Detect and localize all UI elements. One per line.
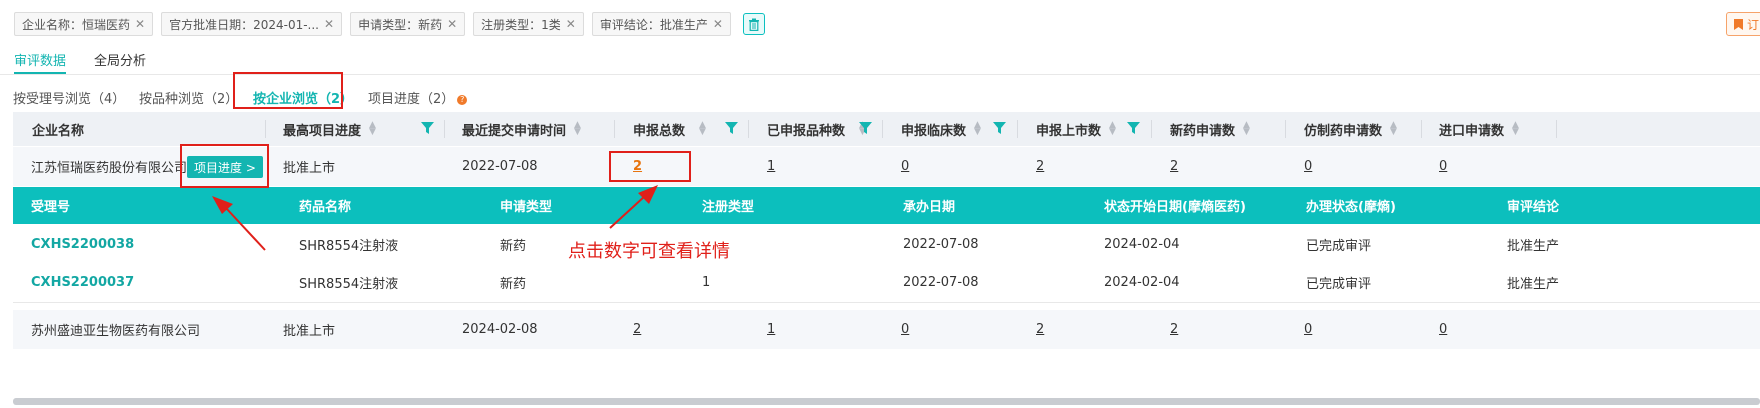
arrow-icon [212, 196, 266, 251]
arrow-icon [609, 185, 658, 229]
annotation-arrows [212, 185, 658, 251]
